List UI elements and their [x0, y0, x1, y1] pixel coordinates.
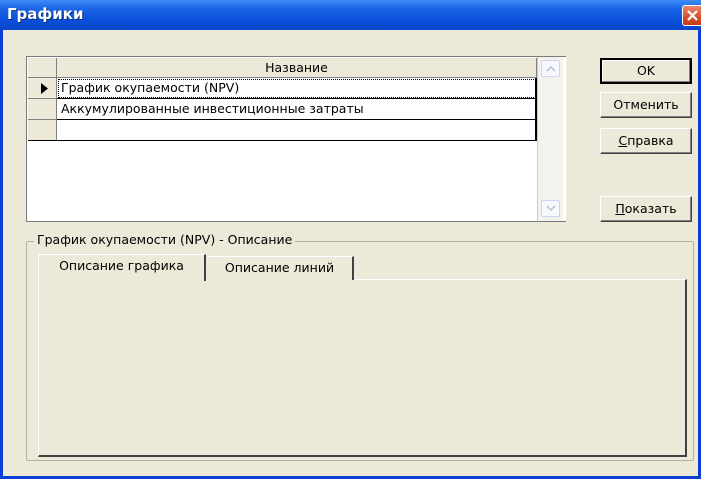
scroll-up-button[interactable] — [541, 60, 560, 77]
show-label-rest: оказать — [624, 201, 677, 216]
description-group-title: График окупаемости (NPV) - Описание — [34, 232, 296, 247]
row-pointer-icon — [41, 83, 48, 94]
grid-row-new[interactable] — [57, 120, 537, 141]
tab-chart-description[interactable]: Описание графика — [38, 254, 206, 281]
close-icon — [687, 10, 698, 21]
close-button[interactable] — [682, 5, 701, 26]
cancel-button[interactable]: Отменить — [600, 92, 692, 118]
ok-button[interactable]: OK — [600, 58, 692, 84]
tab-line-description[interactable]: Описание линий — [207, 256, 354, 280]
tab-panel-content — [38, 279, 687, 457]
vertical-scrollbar[interactable] — [537, 57, 563, 221]
row-indicator[interactable] — [28, 99, 57, 120]
charts-grid[interactable]: Название График окупаемости (NPV) Аккуму… — [26, 56, 566, 222]
row-indicator[interactable] — [28, 78, 57, 99]
help-accelerator: С — [618, 133, 628, 148]
help-button[interactable]: Справка — [600, 128, 692, 154]
scroll-down-icon — [546, 205, 556, 212]
window-title: Графики — [7, 5, 84, 23]
dialog-window: Графики Название График окупаемости (NPV… — [0, 0, 701, 479]
show-button[interactable]: Показать — [600, 196, 692, 222]
grid-row-2[interactable]: Аккумулированные инвестиционные затраты — [57, 99, 537, 120]
row-indicator[interactable] — [28, 120, 57, 141]
grid-row-1[interactable]: График окупаемости (NPV) — [57, 78, 537, 99]
column-header-name[interactable]: Название — [57, 58, 537, 78]
title-bar[interactable]: Графики — [0, 0, 701, 30]
help-label-rest: правка — [627, 133, 674, 148]
scroll-up-icon — [546, 65, 556, 72]
scroll-down-button[interactable] — [541, 200, 560, 217]
show-accelerator: П — [615, 201, 625, 216]
grid-corner — [28, 58, 57, 78]
